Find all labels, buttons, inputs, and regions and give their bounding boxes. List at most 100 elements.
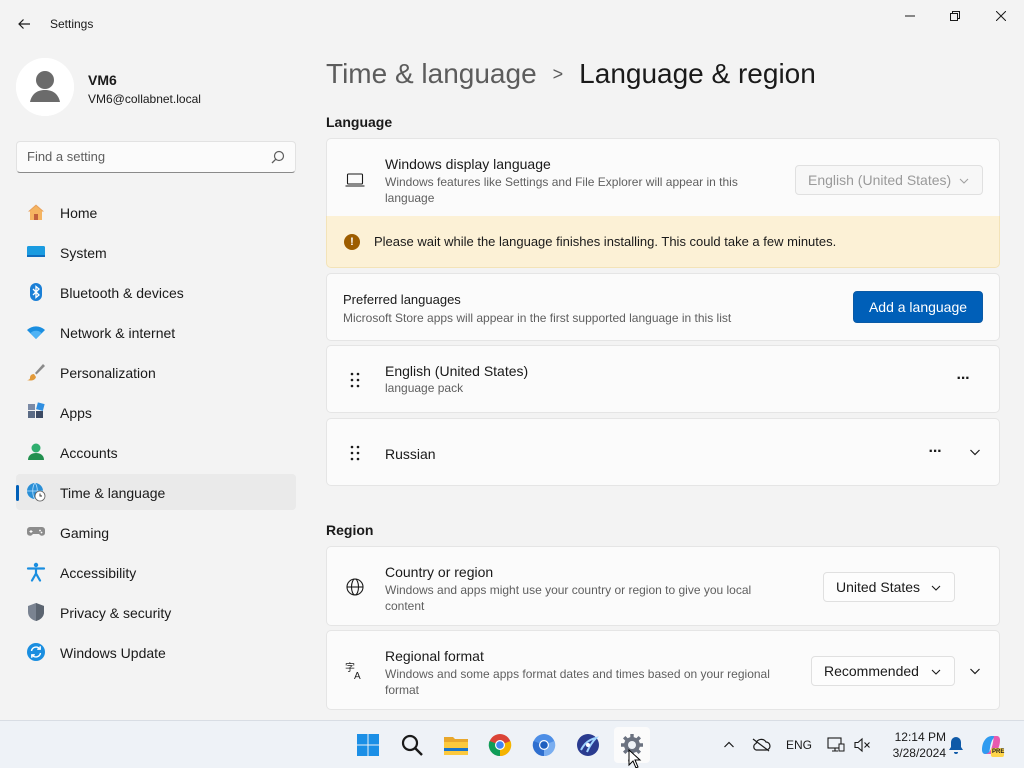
input-language-indicator[interactable]: ENG — [784, 733, 814, 757]
language-name: English (United States) — [385, 363, 529, 379]
accessibility-icon — [26, 562, 46, 582]
sidebar-item-apps[interactable]: Apps — [16, 394, 296, 430]
language-item-russian[interactable]: Russian ··· — [326, 418, 1000, 486]
start-button[interactable] — [350, 727, 386, 763]
breadcrumb-separator: > — [552, 63, 564, 84]
wifi-icon — [26, 322, 46, 342]
show-hidden-icons-button[interactable] — [720, 733, 738, 757]
chrome-icon — [488, 734, 512, 757]
sidebar-item-gaming[interactable]: Gaming — [16, 514, 296, 550]
chevron-up-icon — [724, 741, 734, 748]
notifications-button[interactable] — [946, 733, 966, 757]
taskbar-clock[interactable]: 12:14 PM 3/28/2024 — [893, 729, 946, 761]
sidebar-item-accessibility[interactable]: Accessibility — [16, 554, 296, 590]
sidebar-item-system[interactable]: System — [16, 234, 296, 270]
user-profile[interactable]: VM6 VM6@collabnet.local — [16, 58, 296, 118]
sidebar-item-label: Personalization — [60, 365, 156, 381]
search-icon — [401, 734, 423, 756]
back-arrow-icon — [18, 19, 30, 29]
sidebar-item-home[interactable]: Home — [16, 194, 296, 230]
sidebar-item-personalization[interactable]: Personalization — [16, 354, 296, 390]
country-region-value: United States — [836, 579, 921, 595]
preferred-languages-card: Preferred languages Microsoft Store apps… — [326, 273, 1000, 341]
windows-logo-icon — [357, 734, 379, 756]
network-button[interactable] — [826, 733, 846, 757]
country-region-dropdown[interactable]: United States — [823, 572, 955, 602]
restore-button[interactable] — [932, 0, 978, 32]
country-region-card: Country or region Windows and apps might… — [326, 546, 1000, 626]
display-language-card: Windows display language Windows feature… — [326, 138, 1000, 218]
chromium-button[interactable] — [526, 727, 562, 763]
taskbar-search-button[interactable] — [394, 727, 430, 763]
chevron-down-icon — [931, 585, 941, 591]
language-section-title: Language — [326, 114, 393, 130]
system-icon — [26, 242, 46, 262]
more-icon: ··· — [956, 370, 971, 387]
country-region-description: Windows and apps might use your country … — [385, 583, 752, 613]
sidebar-item-network[interactable]: Network & internet — [16, 314, 296, 350]
sidebar-item-label: Accounts — [60, 445, 118, 461]
bell-icon — [949, 737, 963, 754]
search-icon[interactable] — [271, 150, 285, 164]
regional-format-card[interactable]: 字A Regional format Windows and some apps… — [326, 630, 1000, 710]
sidebar-item-label: Gaming — [60, 525, 110, 541]
file-explorer-button[interactable] — [438, 727, 474, 763]
globe-clock-icon — [26, 482, 46, 502]
expand-button[interactable] — [965, 661, 985, 681]
warning-icon: ! — [344, 234, 360, 250]
warning-text: Please wait while the language finishes … — [374, 234, 837, 249]
browser-app-button[interactable] — [570, 727, 606, 763]
sidebar-item-bluetooth[interactable]: Bluetooth & devices — [16, 274, 296, 310]
more-options-button[interactable]: ··· — [953, 369, 973, 389]
brush-icon — [26, 362, 46, 382]
sidebar-item-privacy[interactable]: Privacy & security — [16, 594, 296, 630]
profile-email: VM6@collabnet.local — [88, 92, 201, 106]
regional-format-title: Regional format — [385, 648, 484, 664]
chrome-button[interactable] — [482, 727, 518, 763]
sidebar-item-label: Bluetooth & devices — [60, 285, 184, 301]
sidebar-item-label: Time & language — [60, 485, 166, 501]
bluetooth-icon — [26, 282, 46, 302]
cloud-off-icon — [752, 738, 771, 752]
drag-handle-icon[interactable] — [349, 371, 361, 389]
expand-button[interactable] — [965, 442, 985, 462]
copilot-button[interactable]: PRE — [978, 731, 1004, 759]
add-language-button[interactable]: Add a language — [853, 291, 983, 323]
back-button[interactable] — [10, 10, 38, 38]
sidebar-item-accounts[interactable]: Accounts — [16, 434, 296, 470]
sidebar-item-label: Accessibility — [60, 565, 137, 581]
close-icon — [996, 11, 1006, 21]
profile-name: VM6 — [88, 72, 117, 88]
sidebar-item-label: Windows Update — [60, 645, 166, 661]
more-icon: ··· — [928, 443, 943, 460]
close-button[interactable] — [978, 0, 1024, 32]
install-warning-bar: ! Please wait while the language finishe… — [326, 216, 1000, 268]
sidebar-item-windows-update[interactable]: Windows Update — [16, 634, 296, 670]
taskbar: ENG 12:14 PM 3/28/2024 PRE — [0, 720, 1024, 768]
breadcrumb-parent[interactable]: Time & language — [326, 58, 537, 90]
apps-icon — [26, 402, 46, 422]
regional-format-dropdown[interactable]: Recommended — [811, 656, 955, 686]
language-item-english[interactable]: English (United States) language pack ··… — [326, 345, 1000, 413]
copilot-badge: PRE — [992, 749, 1005, 755]
more-options-button[interactable]: ··· — [925, 442, 945, 462]
accounts-icon — [26, 442, 46, 462]
avatar — [16, 58, 74, 116]
chevron-down-icon — [970, 668, 980, 675]
sidebar-item-time-language[interactable]: Time & language — [16, 474, 296, 510]
drag-handle-icon[interactable] — [349, 444, 361, 462]
volume-muted-icon — [854, 737, 870, 753]
breadcrumb: Time & language > Language & region — [326, 58, 816, 90]
chromium-icon — [532, 734, 556, 757]
page-title: Language & region — [579, 58, 816, 89]
minimize-button[interactable] — [887, 0, 933, 32]
preferred-languages-description: Microsoft Store apps will appear in the … — [343, 311, 732, 325]
onedrive-offline-button[interactable] — [750, 733, 772, 757]
language-format-icon: 字A — [345, 661, 365, 681]
search-input[interactable] — [27, 149, 257, 164]
display-language-title: Windows display language — [385, 156, 551, 172]
title-bar: Settings — [0, 0, 1024, 48]
volume-button[interactable] — [852, 733, 872, 757]
display-language-value: English (United States) — [808, 172, 952, 188]
search-box[interactable] — [16, 141, 296, 173]
